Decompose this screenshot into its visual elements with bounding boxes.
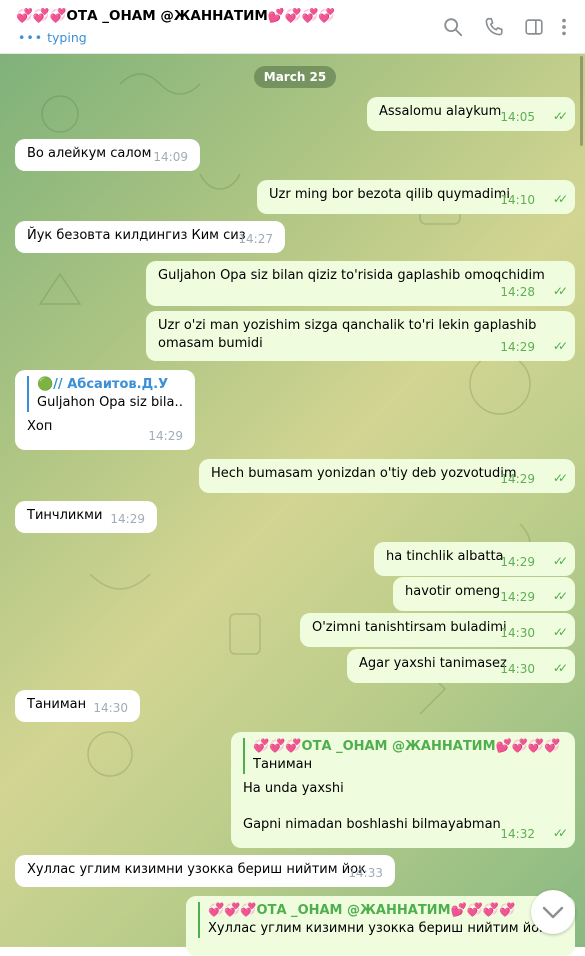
date-separator: March 25 <box>254 66 336 88</box>
read-ticks-icon: ✓✓ <box>552 661 568 675</box>
read-ticks-icon: ✓✓ <box>552 589 568 603</box>
reply-author: 🟢// Абсаитов.Д.У <box>37 377 169 392</box>
phone-icon[interactable] <box>483 16 505 38</box>
message-bubble-out[interactable]: Hech bumasam yonizdan o'tiy deb yozvotud… <box>199 459 575 493</box>
reply-text: Хуллас углим кизимни узокка бериш нийтим… <box>208 921 547 936</box>
message-bubble-out[interactable]: Uzr ming bor bezota qilib quymadimi 14:1… <box>257 180 575 214</box>
message-text: Agar yaxshi tanimasez <box>359 656 507 671</box>
chat-title[interactable]: 💞💞💞ОТА _ОНАМ @ЖАННАТИМ💕💞💞💞 <box>16 8 335 24</box>
message-bubble-out[interactable]: Assalomu alaykum 14:05 ✓✓ <box>367 97 575 131</box>
message-bubble-out[interactable]: Uzr o'zi man yozishim sizga qanchalik to… <box>146 311 575 361</box>
scroll-down-button[interactable] <box>531 890 575 934</box>
message-text: Uzr ming bor bezota qilib quymadimi <box>269 187 511 202</box>
message-bubble-in[interactable]: Йук безовта килдингиз Ким сиз 14:27 <box>15 221 285 253</box>
message-bubble-out[interactable]: havotir omeng 14:29 ✓✓ <box>393 577 575 611</box>
message-text: Хоп <box>27 419 53 434</box>
message-text: Uzr o'zi man yozishim sizga qanchalik to… <box>158 318 537 351</box>
reply-quote[interactable]: 💞💞💞ОТА _ОНАМ @ЖАННАТИМ💕💞💞💞 Таниман <box>243 738 563 774</box>
message-time: 14:29 <box>500 590 535 604</box>
message-bubble-in[interactable]: Таниман 14:30 <box>15 690 140 722</box>
message-time: 14:32 <box>500 827 535 841</box>
message-text: Хуллас углим кизимни узокка бериш нийтим… <box>27 862 366 877</box>
message-time: 14:29 <box>148 429 183 443</box>
message-time: 14:30 <box>93 701 128 715</box>
message-time: 14:30 <box>500 662 535 676</box>
reply-quote[interactable]: 🟢// Абсаитов.Д.У Guljahon Opa siz bila… <box>27 376 183 412</box>
message-time: 14:29 <box>500 472 535 486</box>
message-text: Таниман <box>27 697 87 712</box>
message-text: Ha unda yaxshi <box>243 781 344 796</box>
message-time: 14:29 <box>110 512 145 526</box>
message-bubble-out[interactable]: 💞💞💞ОТА _ОНАМ @ЖАННАТИМ💕💞💞💞 Таниман Ha un… <box>231 732 575 848</box>
reply-text: Guljahon Opa siz bila… <box>37 395 183 410</box>
message-bubble-out[interactable]: ha tinchlik albatta 14:29 ✓✓ <box>374 542 575 576</box>
message-bubble-in[interactable]: Хуллас углим кизимни узокка бериш нийтим… <box>15 855 395 887</box>
message-bubble-out[interactable]: Agar yaxshi tanimasez 14:30 ✓✓ <box>347 649 575 683</box>
message-text: Йук безовта килдингиз Ким сиз <box>27 228 246 243</box>
read-ticks-icon: ✓✓ <box>552 284 568 298</box>
read-ticks-icon: ✓✓ <box>552 625 568 639</box>
chat-scrollbar[interactable] <box>580 56 583 146</box>
message-text: Assalomu alaykum <box>379 104 502 119</box>
typing-status: ••• typing <box>18 30 87 45</box>
reply-text: Таниман <box>253 757 313 772</box>
message-text: O'zimni tanishtirsam buladimi <box>312 620 507 635</box>
message-text: Тинчликми <box>27 508 103 523</box>
message-bubble-in[interactable]: Тинчликми 14:29 <box>15 501 157 533</box>
message-bubble-out[interactable]: 💞💞💞ОТА _ОНАМ @ЖАННАТИМ💕💞💞💞 Хуллас углим … <box>186 896 575 956</box>
reply-author: 💞💞💞ОТА _ОНАМ @ЖАННАТИМ💕💞💞💞 <box>208 903 516 918</box>
message-bubble-in[interactable]: Во алейкум салом 14:09 <box>15 139 200 171</box>
message-bubble-in[interactable]: 🟢// Абсаитов.Д.У Guljahon Opa siz bila… … <box>15 370 195 450</box>
message-time: 14:29 <box>500 340 535 354</box>
chevron-down-icon <box>542 906 564 919</box>
reply-author: 💞💞💞ОТА _ОНАМ @ЖАННАТИМ💕💞💞💞 <box>253 739 561 754</box>
message-text: Guljahon Opa siz bilan qiziz to'risida g… <box>158 268 545 283</box>
message-bubble-out[interactable]: Guljahon Opa siz bilan qiziz to'risida g… <box>146 261 575 306</box>
message-text: ha tinchlik albatta <box>386 549 504 564</box>
read-ticks-icon: ✓✓ <box>552 554 568 568</box>
message-text: Во алейкум салом <box>27 146 152 161</box>
message-time: 14:30 <box>500 626 535 640</box>
search-icon[interactable] <box>442 16 464 38</box>
message-time: 14:28 <box>500 285 535 299</box>
message-text: havotir omeng <box>405 584 501 599</box>
read-ticks-icon: ✓✓ <box>552 471 568 485</box>
read-ticks-icon: ✓✓ <box>552 339 568 353</box>
read-ticks-icon: ✓✓ <box>552 826 568 840</box>
message-time: 14:29 <box>500 555 535 569</box>
read-ticks-icon: ✓✓ <box>552 192 568 206</box>
read-ticks-icon: ✓✓ <box>552 109 568 123</box>
message-time: 14:33 <box>348 866 383 880</box>
message-time: 14:10 <box>500 193 535 207</box>
more-icon[interactable] <box>558 16 570 38</box>
message-time: 14:27 <box>238 232 273 246</box>
message-text: Hech bumasam yonizdan o'tiy deb yozvotud… <box>211 466 517 481</box>
typing-dots-icon: ••• <box>18 30 44 45</box>
reply-quote[interactable]: 💞💞💞ОТА _ОНАМ @ЖАННАТИМ💕💞💞💞 Хуллас углим … <box>198 902 563 938</box>
message-time: 14:05 <box>500 110 535 124</box>
sidebar-toggle-icon[interactable] <box>523 16 545 38</box>
typing-label: typing <box>47 30 87 45</box>
message-time: 14:09 <box>153 150 188 164</box>
chat-header: 💞💞💞ОТА _ОНАМ @ЖАННАТИМ💕💞💞💞 ••• typing <box>0 0 585 54</box>
message-bubble-out[interactable]: O'zimni tanishtirsam buladimi 14:30 ✓✓ <box>300 613 575 647</box>
